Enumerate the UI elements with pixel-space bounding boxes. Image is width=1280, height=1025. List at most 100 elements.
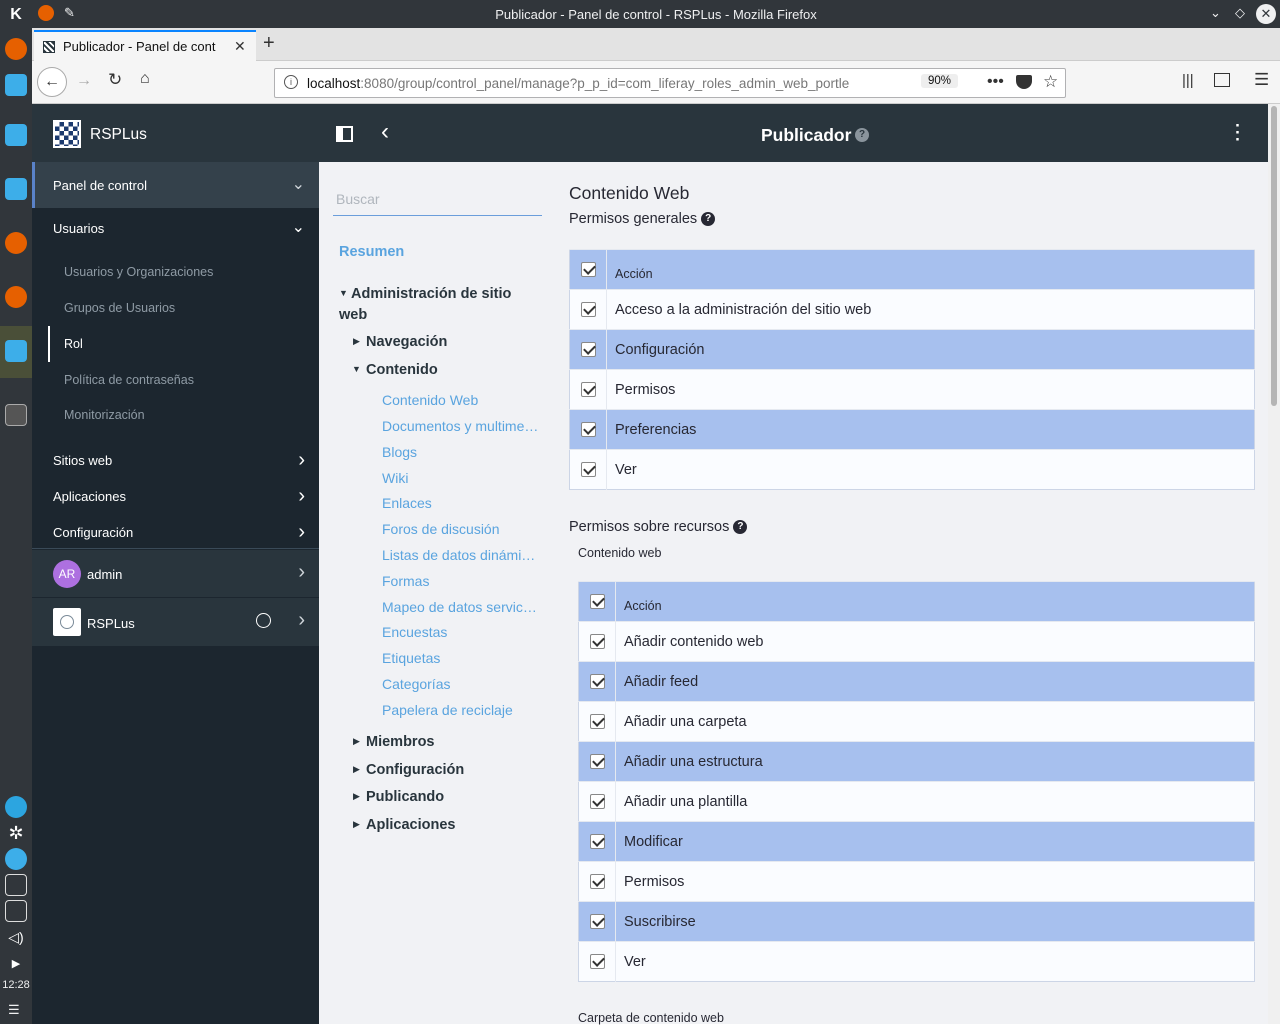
tree-link[interactable]: Foros de discusión — [382, 521, 500, 537]
permission-checkbox[interactable] — [580, 342, 596, 358]
chevron-down-icon: ⌄ — [291, 176, 305, 193]
tree-navegacion[interactable]: Navegación — [366, 334, 447, 350]
permission-checkbox[interactable] — [580, 462, 596, 478]
sidebar-sub-monitorizacion[interactable]: Monitorización — [64, 408, 145, 422]
zoom-level[interactable]: 90% — [921, 74, 959, 88]
expand-arrow-icon[interactable]: ▶ — [5, 952, 27, 974]
resource-permissions-title: Permisos sobre recursos ? — [569, 519, 748, 535]
page-actions-icon[interactable]: ••• — [987, 73, 1004, 91]
tree-link[interactable]: Contenido Web — [382, 392, 478, 408]
compass-icon[interactable] — [256, 613, 271, 628]
reload-icon[interactable]: ↻ — [108, 70, 122, 90]
permission-checkbox[interactable] — [589, 674, 605, 690]
url-bar[interactable]: i localhost:8080/group/control_panel/man… — [274, 68, 1066, 98]
pocket-icon[interactable] — [1016, 75, 1032, 89]
tree-contenido[interactable]: Contenido — [366, 362, 438, 378]
bookmark-star-icon[interactable]: ☆ — [1043, 72, 1058, 92]
search-input[interactable]: Buscar — [333, 185, 542, 216]
select-all-checkbox[interactable] — [589, 594, 605, 610]
menu-icon[interactable]: ☰ — [8, 1002, 20, 1018]
sidebar-toggle-icon[interactable] — [1214, 73, 1230, 87]
home-icon[interactable]: ⌂ — [140, 70, 150, 88]
back-arrow-icon[interactable]: ‹ — [381, 118, 389, 146]
tree-miembros[interactable]: Miembros — [366, 734, 435, 750]
forward-icon[interactable]: → — [76, 72, 92, 90]
settings-icon[interactable]: ✲ — [5, 822, 27, 844]
firefox-icon[interactable] — [5, 286, 27, 308]
permission-checkbox[interactable] — [589, 754, 605, 770]
firefox-icon[interactable] — [5, 232, 27, 254]
tree-aplicaciones[interactable]: Aplicaciones — [366, 817, 455, 833]
tree-link[interactable]: Papelera de reciclaje — [382, 702, 513, 718]
hamburger-menu-icon[interactable]: ☰ — [1254, 70, 1269, 90]
sidebar-sub-usuarios-organizaciones[interactable]: Usuarios y Organizaciones — [64, 265, 213, 279]
permission-checkbox[interactable] — [589, 634, 605, 650]
sidebar-panel-de-control[interactable]: Panel de control ⌄ — [32, 162, 319, 208]
tree-link[interactable]: Mapeo de datos servic… — [382, 599, 537, 615]
sidebar-toggle-icon[interactable] — [336, 126, 353, 142]
sidebar-sitios-web[interactable]: Sitios web › — [32, 444, 319, 480]
sidebar-aplicaciones[interactable]: Aplicaciones › — [32, 480, 319, 516]
sidebar-site-menu[interactable]: RSPLus › — [32, 598, 319, 646]
tree-resumen[interactable]: Resumen — [339, 244, 404, 260]
tree-publicando[interactable]: Publicando — [366, 789, 444, 805]
permission-label: Ver — [615, 941, 1255, 982]
document-icon[interactable] — [5, 340, 27, 362]
sidebar-configuracion[interactable]: Configuración › — [32, 516, 319, 549]
back-icon[interactable]: ← — [37, 67, 67, 97]
network-icon[interactable] — [5, 848, 27, 870]
clipboard-icon[interactable] — [5, 900, 27, 922]
folder-icon[interactable] — [5, 74, 27, 96]
firefox-icon[interactable] — [5, 38, 27, 60]
close-tab-icon[interactable]: ✕ — [234, 38, 246, 55]
folder-icon[interactable] — [5, 178, 27, 200]
telegram-icon[interactable] — [5, 796, 27, 818]
tree-link[interactable]: Documentos y multime… — [382, 418, 538, 434]
close-icon[interactable]: ✕ — [1256, 4, 1276, 24]
tree-administracion[interactable]: Administración de sitio — [351, 286, 511, 302]
folder-icon[interactable] — [5, 124, 27, 146]
new-tab-icon[interactable]: + — [263, 32, 275, 55]
sidebar-user-menu[interactable]: AR admin › — [32, 550, 319, 598]
help-icon[interactable]: ? — [701, 212, 716, 227]
permission-checkbox[interactable] — [580, 302, 596, 318]
tree-link[interactable]: Categorías — [382, 676, 450, 692]
tree-configuracion[interactable]: Configuración — [366, 762, 464, 778]
permission-checkbox[interactable] — [589, 714, 605, 730]
tree-link[interactable]: Enlaces — [382, 495, 432, 511]
chevron-down-icon: ⌄ — [291, 219, 305, 236]
tree-link[interactable]: Wiki — [382, 470, 408, 486]
tree-link[interactable]: Listas de datos dinámi… — [382, 547, 535, 563]
tree-link[interactable]: Encuestas — [382, 624, 447, 640]
help-icon[interactable]: ? — [855, 128, 869, 142]
tree-link[interactable]: Etiquetas — [382, 650, 440, 666]
minimize-icon[interactable]: ⌄ — [1210, 5, 1221, 21]
help-icon[interactable]: ? — [733, 520, 748, 535]
screen-icon[interactable] — [5, 874, 27, 896]
permission-checkbox[interactable] — [589, 874, 605, 890]
sidebar-sub-grupos-usuarios[interactable]: Grupos de Usuarios — [64, 301, 175, 315]
permission-checkbox[interactable] — [589, 834, 605, 850]
scrollbar[interactable] — [1268, 104, 1280, 1024]
scrollbar-thumb[interactable] — [1271, 106, 1277, 406]
permission-checkbox[interactable] — [580, 382, 596, 398]
volume-icon[interactable]: ◁) — [5, 926, 27, 948]
select-all-checkbox[interactable] — [580, 262, 596, 278]
tree-administracion-cont[interactable]: web — [339, 307, 367, 323]
terminal-icon[interactable] — [5, 404, 27, 426]
browser-tab[interactable]: Publicador - Panel de cont ✕ — [34, 30, 256, 61]
sidebar-usuarios[interactable]: Usuarios ⌄ — [32, 208, 319, 248]
library-icon[interactable]: ||| — [1182, 72, 1194, 89]
permission-checkbox[interactable] — [580, 422, 596, 438]
tree-link[interactable]: Formas — [382, 573, 429, 589]
kebab-menu-icon[interactable]: · · · — [1235, 117, 1241, 148]
permission-checkbox[interactable] — [589, 914, 605, 930]
maximize-icon[interactable]: ◇ — [1235, 5, 1245, 21]
tree-link[interactable]: Blogs — [382, 444, 417, 460]
sidebar-sub-rol[interactable]: Rol — [64, 337, 83, 351]
info-icon[interactable]: i — [284, 75, 298, 89]
sidebar-sub-politica-contrasenas[interactable]: Política de contraseñas — [64, 373, 194, 387]
permission-checkbox[interactable] — [589, 794, 605, 810]
kde-menu-icon[interactable]: K — [5, 4, 27, 26]
permission-checkbox[interactable] — [589, 954, 605, 970]
